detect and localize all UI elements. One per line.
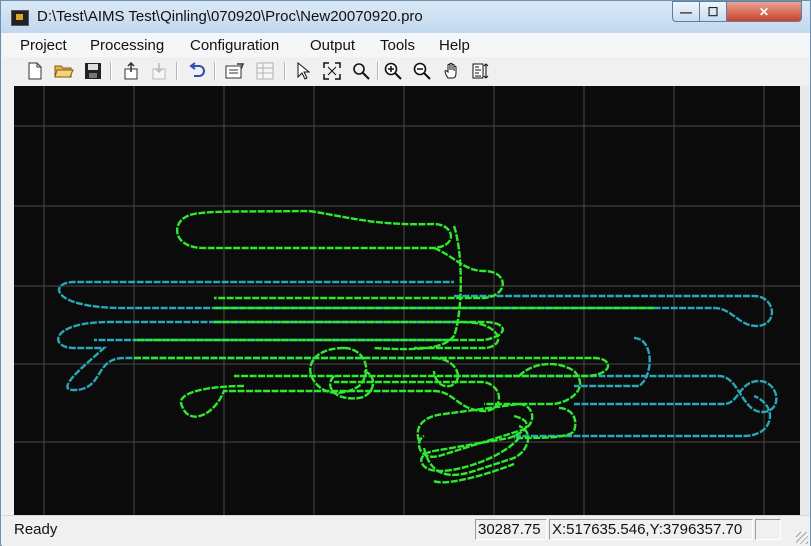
window-title: D:\Test\AIMS Test\Qinling\070920\Proc\Ne… [37, 8, 423, 25]
export-icon[interactable] [121, 61, 141, 81]
new-file-icon[interactable] [25, 61, 45, 81]
select-arrow-icon[interactable] [293, 61, 313, 81]
coordinate-readout: X:517635.546,Y:3796357.70 [549, 519, 753, 540]
zoom-extent-icon[interactable] [322, 61, 342, 81]
open-folder-icon[interactable] [54, 61, 74, 81]
pan-hand-icon[interactable] [442, 61, 462, 81]
properties-icon[interactable] [225, 61, 245, 81]
menu-configuration[interactable]: Configuration [190, 37, 279, 54]
zoom-out-icon[interactable] [412, 61, 432, 81]
toolbar-separator [214, 62, 216, 80]
save-disk-icon[interactable] [83, 61, 103, 81]
title-bar[interactable]: D:\Test\AIMS Test\Qinling\070920\Proc\Ne… [1, 1, 810, 33]
undo-icon[interactable] [187, 61, 207, 81]
menu-tools[interactable]: Tools [380, 37, 415, 54]
scale-readout: 30287.75 [475, 519, 547, 540]
status-bar: Ready 30287.75 X:517635.546,Y:3796357.70 [2, 515, 810, 546]
flight-track-plot[interactable] [14, 86, 800, 515]
table-icon[interactable] [255, 61, 275, 81]
map-canvas[interactable] [14, 86, 800, 515]
menu-output[interactable]: Output [310, 37, 355, 54]
menu-bar: Project Processing Configuration Output … [2, 33, 810, 58]
zoom-box-icon[interactable] [351, 61, 371, 81]
toolbar-separator [377, 62, 379, 80]
import-icon[interactable] [149, 61, 169, 81]
resize-grip[interactable] [796, 532, 808, 544]
status-text: Ready [14, 521, 58, 538]
status-pane-empty [755, 519, 781, 540]
app-icon[interactable] [11, 10, 29, 26]
application-window: D:\Test\AIMS Test\Qinling\070920\Proc\Ne… [0, 0, 811, 546]
toolbar-separator [284, 62, 286, 80]
measure-icon[interactable] [471, 61, 491, 81]
zoom-in-icon[interactable] [383, 61, 403, 81]
vertical-scrollbar[interactable] [800, 86, 810, 515]
menu-project[interactable]: Project [20, 37, 67, 54]
toolbar [2, 57, 810, 85]
toolbar-separator [176, 62, 178, 80]
close-button[interactable]: ✕ [726, 1, 802, 22]
maximize-button[interactable]: ☐ [699, 1, 727, 22]
toolbar-separator [110, 62, 112, 80]
grid-lines [14, 86, 800, 515]
menu-processing[interactable]: Processing [90, 37, 164, 54]
minimize-button[interactable]: — [672, 1, 700, 22]
menu-help[interactable]: Help [439, 37, 470, 54]
